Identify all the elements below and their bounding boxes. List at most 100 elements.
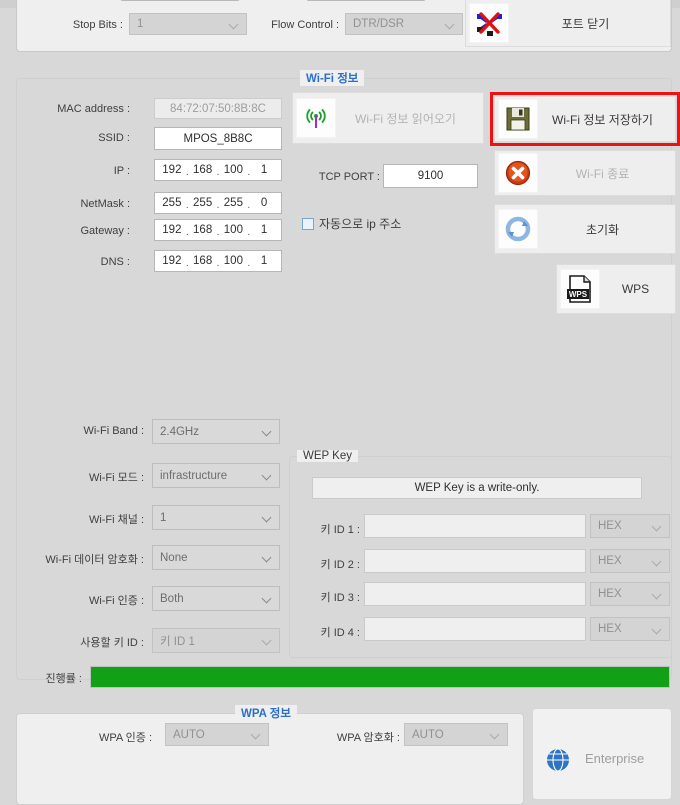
chevron-down-icon <box>653 557 662 566</box>
wep-key-3-format-select[interactable]: HEX <box>590 582 670 606</box>
wifi-encryption-select[interactable]: None <box>152 545 280 570</box>
wep-key-2-input[interactable] <box>364 549 586 573</box>
floppy-disk-icon <box>498 99 538 139</box>
wifi-mode-value: infrastructure <box>160 469 228 482</box>
ip-dot: . <box>216 226 220 238</box>
chevron-down-icon <box>263 513 272 522</box>
chevron-down-icon <box>446 20 455 29</box>
wifi-channel-label: Wi-Fi 채널 : <box>88 514 144 526</box>
dns-octet-3[interactable]: 100 <box>221 255 247 267</box>
wep-key-4-input[interactable] <box>364 617 586 641</box>
tcp-port-value: 9100 <box>417 170 444 182</box>
dns-octet-2[interactable]: 168 <box>190 255 216 267</box>
chevron-down-icon <box>230 20 239 29</box>
cut-off-combo-1[interactable] <box>121 0 239 1</box>
read-wifi-info-button[interactable]: Wi-Fi 정보 읽어오기 <box>292 92 484 144</box>
gateway-label: Gateway : <box>80 225 130 237</box>
wifi-band-label: Wi-Fi Band : <box>83 425 144 437</box>
wep-key-4-format-select[interactable]: HEX <box>590 617 670 641</box>
serial-settings-panel: Stop Bits : 1 Flow Control : DTR/DSR 포트 … <box>16 0 672 52</box>
tcp-port-input[interactable]: 9100 <box>383 164 478 188</box>
gateway-octet-4[interactable]: 1 <box>251 224 277 236</box>
flow-control-select[interactable]: DTR/DSR <box>345 13 463 35</box>
wep-key-1-input[interactable] <box>364 514 586 538</box>
ssid-input[interactable]: MPOS_8B8C <box>154 127 282 150</box>
reset-label: 초기화 <box>585 222 620 237</box>
wpa-encryption-value: AUTO <box>412 728 444 741</box>
wep-key-1-format-select[interactable]: HEX <box>590 514 670 538</box>
wifi-mode-select[interactable]: infrastructure <box>152 463 280 488</box>
ip-octet-2[interactable]: 168 <box>190 164 216 176</box>
gateway-octet-2[interactable]: 168 <box>190 224 216 236</box>
progress-bar <box>90 666 670 688</box>
ip-octet-3[interactable]: 100 <box>221 164 247 176</box>
ip-input[interactable]: 192. 168. 100. 1 <box>154 159 282 181</box>
save-wifi-info-button[interactable]: Wi-Fi 정보 저장하기 <box>494 96 676 142</box>
cut-off-combo-2[interactable] <box>307 0 425 1</box>
chevron-down-icon <box>263 471 272 480</box>
wep-key-4-label: 키 ID 4 : <box>320 627 360 639</box>
wifi-band-select[interactable]: 2.4GHz <box>152 419 280 444</box>
close-port-button[interactable]: 포트 닫기 <box>465 0 671 47</box>
ip-octet-1[interactable]: 192 <box>159 164 185 176</box>
wifi-channel-select[interactable]: 1 <box>152 505 280 530</box>
save-wifi-info-label: Wi-Fi 정보 저장하기 <box>552 112 653 127</box>
wep-key-2-format: HEX <box>598 555 622 567</box>
wep-key-3-input[interactable] <box>364 582 586 606</box>
stop-bits-label: Stop Bits : <box>72 19 123 31</box>
chevron-down-icon <box>653 590 662 599</box>
gateway-input[interactable]: 192. 168. 100. 1 <box>154 219 282 241</box>
use-key-id-label: 사용할 키 ID : <box>80 637 144 649</box>
ip-dot: . <box>185 257 189 269</box>
gateway-octet-1[interactable]: 192 <box>159 224 185 236</box>
netmask-input[interactable]: 255. 255. 255. 0 <box>154 192 282 214</box>
refresh-circle-icon <box>498 209 538 249</box>
use-key-id-select[interactable]: 키 ID 1 <box>152 628 280 653</box>
dns-octet-1[interactable]: 192 <box>159 255 185 267</box>
enterprise-panel: Enterprise <box>532 708 672 800</box>
wpa-auth-select[interactable]: AUTO <box>165 723 269 746</box>
ip-octet-4[interactable]: 1 <box>251 164 277 176</box>
wifi-auth-select[interactable]: Both <box>152 586 280 611</box>
wps-button[interactable]: WPS WPS <box>556 264 676 314</box>
port-disconnect-icon <box>469 3 509 43</box>
netmask-octet-4[interactable]: 0 <box>251 197 277 209</box>
red-x-circle-icon <box>498 153 538 193</box>
ssid-value: MPOS_8B8C <box>183 132 253 145</box>
reset-button[interactable]: 초기화 <box>494 204 676 254</box>
wep-key-2-format-select[interactable]: HEX <box>590 549 670 573</box>
chevron-down-icon <box>653 625 662 634</box>
netmask-octet-1[interactable]: 255 <box>159 197 185 209</box>
dns-input[interactable]: 192. 168. 100. 1 <box>154 250 282 272</box>
progress-label: 진행률 : <box>45 673 82 685</box>
mac-address-label: MAC address : <box>57 103 130 115</box>
ip-dot: . <box>216 199 220 211</box>
ip-dot: . <box>247 166 251 178</box>
wpa-encryption-select[interactable]: AUTO <box>404 723 508 746</box>
netmask-octet-3[interactable]: 255 <box>221 197 247 209</box>
close-port-label: 포트 닫기 <box>561 16 610 31</box>
dns-octet-4[interactable]: 1 <box>251 255 277 267</box>
ip-dot: . <box>247 257 251 269</box>
wep-key-notice: WEP Key is a write-only. <box>312 477 642 499</box>
svg-text:WPS: WPS <box>569 290 588 299</box>
wifi-info-group-title: Wi-Fi 정보 <box>300 70 365 86</box>
gateway-octet-3[interactable]: 100 <box>221 224 247 236</box>
wps-file-icon: WPS <box>560 269 600 309</box>
wpa-auth-label: WPA 인증 : <box>98 732 152 744</box>
ip-dot: . <box>247 226 251 238</box>
chevron-down-icon <box>263 636 272 645</box>
netmask-octet-2[interactable]: 255 <box>190 197 216 209</box>
stop-wifi-button[interactable]: Wi-Fi 종료 <box>494 150 676 196</box>
stop-bits-select[interactable]: 1 <box>129 13 247 35</box>
wep-key-1-label: 키 ID 1 : <box>320 524 360 536</box>
wifi-auth-label: Wi-Fi 인증 : <box>88 595 144 607</box>
chevron-down-icon <box>653 522 662 531</box>
globe-icon <box>541 743 575 777</box>
flow-control-value: DTR/DSR <box>353 18 405 30</box>
auto-ip-checkbox[interactable]: 자동으로 ip 주소 <box>302 215 401 232</box>
ip-dot: . <box>185 226 189 238</box>
wep-key-3-format: HEX <box>598 588 622 600</box>
wifi-encryption-value: None <box>160 551 188 564</box>
wpa-encryption-label: WPA 암호화 : <box>336 732 400 744</box>
